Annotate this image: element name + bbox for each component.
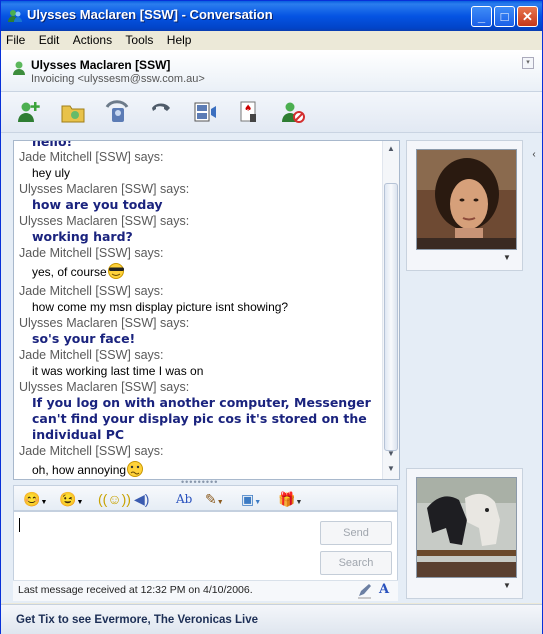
- handwriting-icon[interactable]: [356, 582, 373, 599]
- contact-header: Ulysses Maclaren [SSW] Invoicing <ulysse…: [1, 51, 542, 92]
- message-text: how are you today: [32, 197, 163, 212]
- conversation-area: hello! Jade Mitchell [SSW] says: hey uly U…: [1, 133, 542, 603]
- font-icon[interactable]: Ab: [176, 490, 192, 508]
- message-sender: Jade Mitchell [SSW] says:: [19, 246, 164, 260]
- conversation-window: Ulysses Maclaren [SSW] - Conversation _ …: [0, 0, 543, 634]
- send-files-icon[interactable]: [59, 98, 87, 126]
- message-text: oh, how annoying: [32, 463, 127, 477]
- banner-text[interactable]: Get Tix to see Evermore, The Veronicas L…: [16, 614, 258, 626]
- horses-photo-image: [417, 478, 516, 577]
- maximize-button[interactable]: □: [494, 6, 515, 27]
- my-display-picture[interactable]: [416, 477, 517, 578]
- message-sender: Jade Mitchell [SSW] says:: [19, 348, 164, 362]
- voice-clip-icon[interactable]: ◀): [134, 490, 149, 508]
- message-sender: Ulysses Maclaren [SSW] says:: [19, 182, 190, 196]
- message-text-row: working hard?: [19, 229, 383, 245]
- text-caret: [19, 518, 20, 532]
- history-scrollbar[interactable]: ▲ ▼ ▼: [382, 141, 399, 479]
- send-button[interactable]: Send: [320, 521, 392, 545]
- contact-picture-panel: ▼: [406, 140, 523, 271]
- window-title: Ulysses Maclaren [SSW] - Conversation: [27, 7, 273, 22]
- menu-bar: File Edit Actions Tools Help: [1, 31, 542, 51]
- messenger-icon: [8, 10, 22, 22]
- message-text-row: so's your face!: [19, 331, 383, 347]
- format-toolbar: 😊▼ 😉▼ ((☺)) ◀) Ab ✎▼ ▣▼ 🎁▼: [13, 485, 398, 511]
- contact-status-icon: [13, 61, 25, 75]
- my-picture-menu-icon[interactable]: ▼: [503, 581, 511, 590]
- partial-message: hello!: [32, 141, 73, 149]
- message-text: it was working last time I was on: [32, 364, 204, 378]
- message-text: so's your face!: [32, 331, 136, 346]
- emoticon-icon[interactable]: 😊▼: [23, 490, 47, 508]
- contact-status: Invoicing <ulyssesm@ssw.com.au>: [31, 73, 205, 85]
- scroll-end-icon[interactable]: ▼: [386, 464, 396, 476]
- svg-text:♠: ♠: [244, 104, 252, 114]
- message-text: how come my msn display picture isnt sho…: [32, 300, 289, 314]
- start-video-call-icon[interactable]: [103, 98, 131, 126]
- send-file-icon[interactable]: ▣▼: [241, 490, 261, 508]
- message-text-row: how are you today: [19, 197, 383, 213]
- collapse-header-button[interactable]: ▾: [522, 57, 534, 69]
- message-text: hey uly: [32, 166, 71, 180]
- menu-file[interactable]: File: [1, 31, 30, 49]
- gift-icon[interactable]: 🎁▼: [278, 490, 302, 508]
- title-bar[interactable]: Ulysses Maclaren [SSW] - Conversation _ …: [1, 1, 542, 31]
- message-text-row: how come my msn display picture isnt sho…: [19, 299, 383, 315]
- message-text: If you log on with another computer, Mes…: [32, 395, 371, 442]
- collapse-side-icon[interactable]: ‹: [527, 145, 541, 165]
- minimize-button[interactable]: _: [471, 6, 492, 27]
- video-clip-icon[interactable]: [191, 98, 219, 126]
- message-text: yes, of course: [32, 265, 107, 279]
- pane-splitter[interactable]: •••••••••: [181, 478, 221, 487]
- nudge-icon[interactable]: ((☺)): [98, 490, 131, 508]
- contact-picture-menu-icon[interactable]: ▼: [503, 253, 511, 262]
- invite-contact-icon[interactable]: [15, 98, 43, 126]
- wink-icon[interactable]: 😉▼: [59, 490, 83, 508]
- message-sender: Ulysses Maclaren [SSW] says:: [19, 380, 190, 394]
- call-phone-icon[interactable]: [147, 98, 175, 126]
- message-sender: Jade Mitchell [SSW] says:: [19, 150, 164, 164]
- typing-mode-icon[interactable]: A: [379, 582, 389, 597]
- message-text-row: yes, of course: [19, 261, 383, 283]
- action-toolbar: ♠: [1, 92, 542, 133]
- scroll-thumb[interactable]: [384, 183, 398, 451]
- my-picture-panel: ▼: [406, 468, 523, 599]
- menu-tools[interactable]: Tools: [120, 31, 158, 49]
- contact-name: Ulysses Maclaren [SSW]: [31, 58, 171, 72]
- ad-banner[interactable]: Get Tix to see Evermore, The Veronicas L…: [1, 604, 542, 634]
- menu-actions[interactable]: Actions: [68, 31, 117, 49]
- message-sender: Ulysses Maclaren [SSW] says:: [19, 214, 190, 228]
- close-button[interactable]: ✕: [517, 6, 538, 27]
- message-text: working hard?: [32, 229, 133, 244]
- menu-help[interactable]: Help: [162, 31, 197, 49]
- contact-photo-image: [417, 150, 516, 249]
- menu-edit[interactable]: Edit: [34, 31, 65, 49]
- block-contact-icon[interactable]: [279, 98, 307, 126]
- last-message-status: Last message received at 12:32 PM on 4/1…: [18, 584, 253, 596]
- confused-emoticon-icon: [127, 461, 144, 477]
- message-list: hello! Jade Mitchell [SSW] says: hey uly U…: [14, 141, 383, 479]
- message-sender: Jade Mitchell [SSW] says:: [19, 444, 164, 458]
- scroll-up-icon[interactable]: ▲: [386, 144, 396, 156]
- message-text-row: If you log on with another computer, Mes…: [19, 395, 383, 443]
- message-sender: Jade Mitchell [SSW] says:: [19, 284, 164, 298]
- games-icon[interactable]: ♠: [235, 98, 263, 126]
- cool-emoticon-icon: [107, 263, 124, 279]
- contact-display-picture[interactable]: [416, 149, 517, 250]
- message-text-row: hey uly: [19, 165, 383, 181]
- scroll-down-icon[interactable]: ▼: [386, 449, 396, 461]
- background-icon[interactable]: ✎▼: [205, 490, 224, 508]
- message-text-row: it was working last time I was on: [19, 363, 383, 379]
- message-sender: Ulysses Maclaren [SSW] says:: [19, 316, 190, 330]
- status-bar: Last message received at 12:32 PM on 4/1…: [13, 580, 398, 601]
- search-button[interactable]: Search: [320, 551, 392, 575]
- message-history[interactable]: hello! Jade Mitchell [SSW] says: hey uly U…: [13, 140, 400, 480]
